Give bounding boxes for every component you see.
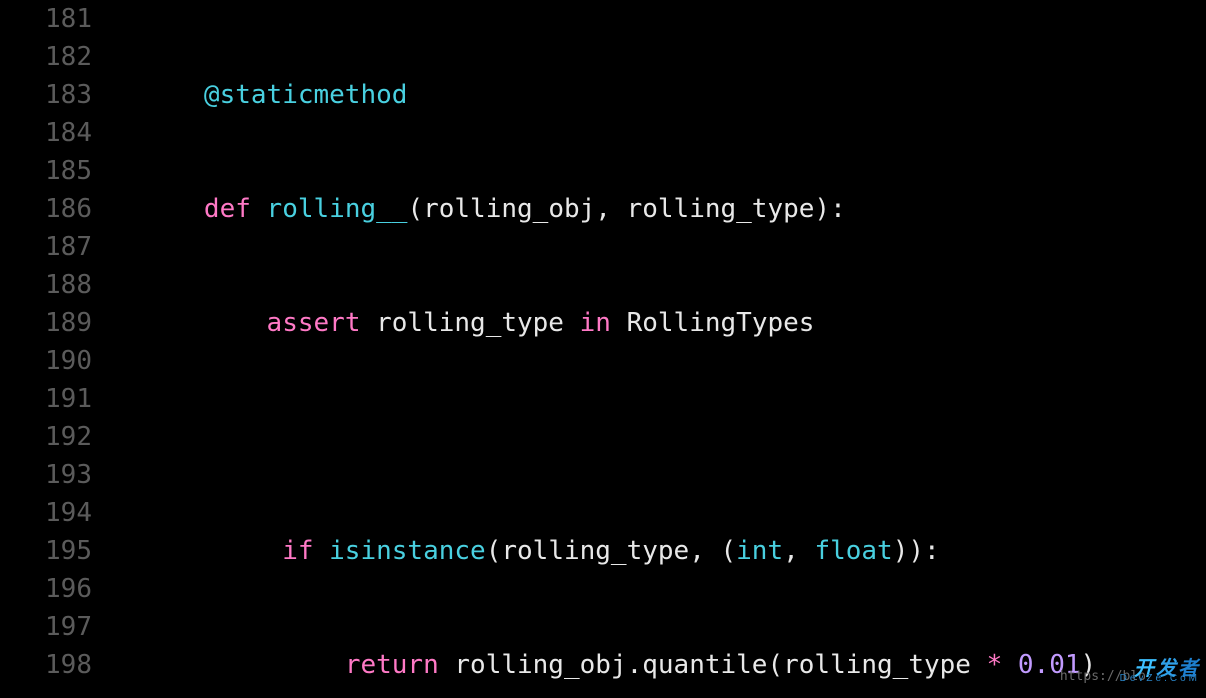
- keyword-def: def: [204, 194, 251, 224]
- line-number: 181: [0, 0, 92, 38]
- line-number: 190: [0, 342, 92, 380]
- keyword-in: in: [580, 308, 611, 338]
- line-number: 182: [0, 38, 92, 76]
- line-number: 184: [0, 114, 92, 152]
- line-number: 186: [0, 190, 92, 228]
- code-line: return rolling_obj.quantile(rolling_type…: [110, 646, 1206, 684]
- line-number: 191: [0, 380, 92, 418]
- builtin-isinstance: isinstance: [329, 536, 486, 566]
- line-number: 194: [0, 494, 92, 532]
- line-number-gutter: 181 182 183 184 185 186 187 188 189 190 …: [0, 0, 110, 698]
- line-number: 197: [0, 608, 92, 646]
- code-line: [110, 418, 1206, 456]
- keyword-return: return: [345, 650, 439, 680]
- watermark-brand-sub: DevZe.CoM: [1120, 660, 1200, 698]
- line-number: 196: [0, 570, 92, 608]
- code-line: if isinstance(rolling_type, (int, float)…: [110, 532, 1206, 570]
- line-number: 198: [0, 646, 92, 684]
- line-number: 187: [0, 228, 92, 266]
- type-float: float: [814, 536, 892, 566]
- code-editor[interactable]: 181 182 183 184 185 186 187 188 189 190 …: [0, 0, 1206, 698]
- code-line: @staticmethod: [110, 76, 1206, 114]
- keyword-assert: assert: [267, 308, 361, 338]
- line-number: 192: [0, 418, 92, 456]
- decorator: @staticmethod: [204, 80, 408, 110]
- code-line: def rolling__(rolling_obj, rolling_type)…: [110, 190, 1206, 228]
- line-number: 185: [0, 152, 92, 190]
- code-area[interactable]: @staticmethod def rolling__(rolling_obj,…: [110, 0, 1206, 698]
- line-number: 195: [0, 532, 92, 570]
- line-number: 193: [0, 456, 92, 494]
- keyword-if: if: [282, 536, 313, 566]
- line-number: 188: [0, 266, 92, 304]
- code-line: assert rolling_type in RollingTypes: [110, 304, 1206, 342]
- line-number: 189: [0, 304, 92, 342]
- line-number: 183: [0, 76, 92, 114]
- function-name: rolling__: [267, 194, 408, 224]
- type-int: int: [736, 536, 783, 566]
